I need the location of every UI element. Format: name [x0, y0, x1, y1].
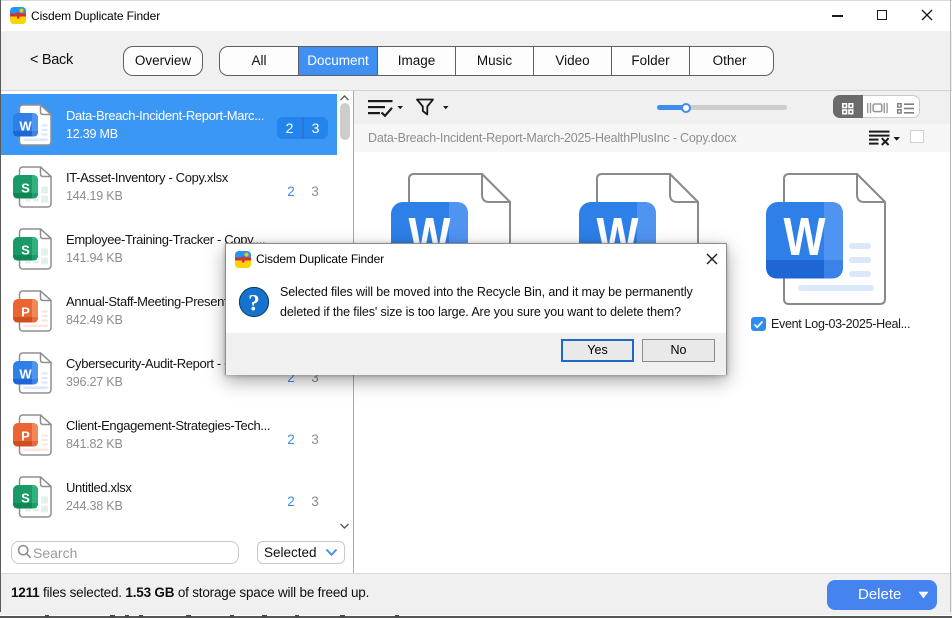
- svg-text:S: S: [21, 491, 30, 506]
- svg-text:W: W: [784, 207, 826, 267]
- svg-text:S: S: [21, 243, 30, 258]
- svg-text:W: W: [19, 119, 32, 134]
- svg-text:S: S: [21, 181, 30, 196]
- svg-text:W: W: [19, 367, 32, 382]
- svg-text:?: ?: [248, 291, 260, 316]
- svg-text:P: P: [21, 305, 30, 320]
- svg-text:P: P: [21, 429, 30, 444]
